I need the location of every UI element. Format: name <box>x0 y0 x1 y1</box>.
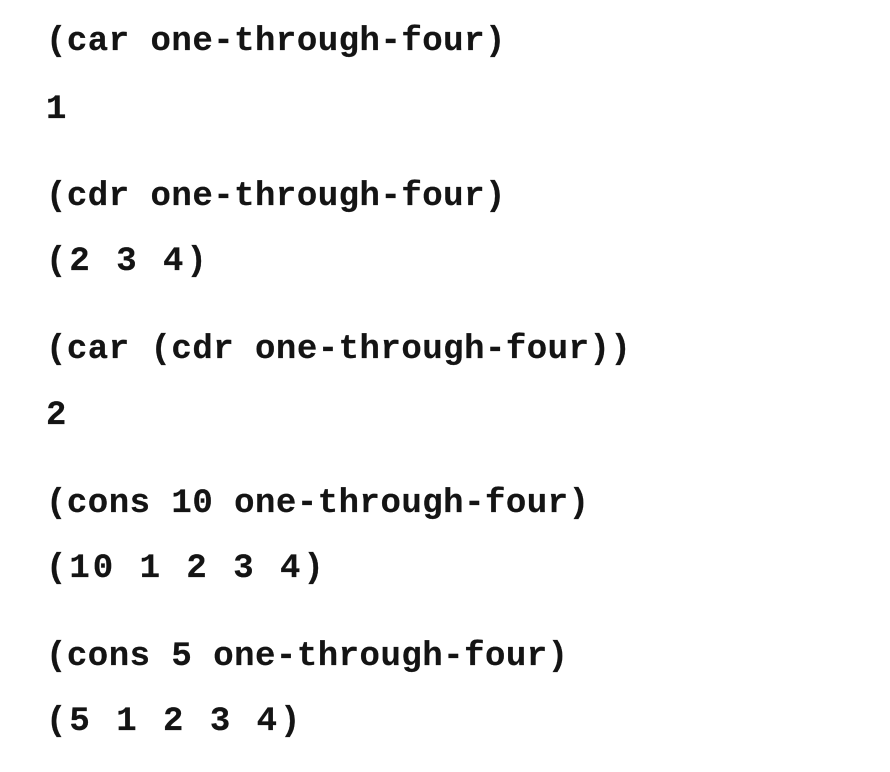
result-car: 1 <box>46 91 70 129</box>
expression-car: (car one-through-four) <box>46 23 506 61</box>
result-car-of-cdr: 2 <box>46 397 70 435</box>
expression-car-of-cdr: (car (cdr one-through-four)) <box>46 331 632 369</box>
result-cons-10: (10 1 2 3 4) <box>46 550 327 588</box>
expression-cons-5: (cons 5 one-through-four) <box>46 638 569 676</box>
expression-cdr: (cdr one-through-four) <box>46 178 506 216</box>
result-cons-5: (5 1 2 3 4) <box>46 703 304 741</box>
expression-cons-10: (cons 10 one-through-four) <box>46 485 590 523</box>
result-cdr: (2 3 4) <box>46 243 210 281</box>
